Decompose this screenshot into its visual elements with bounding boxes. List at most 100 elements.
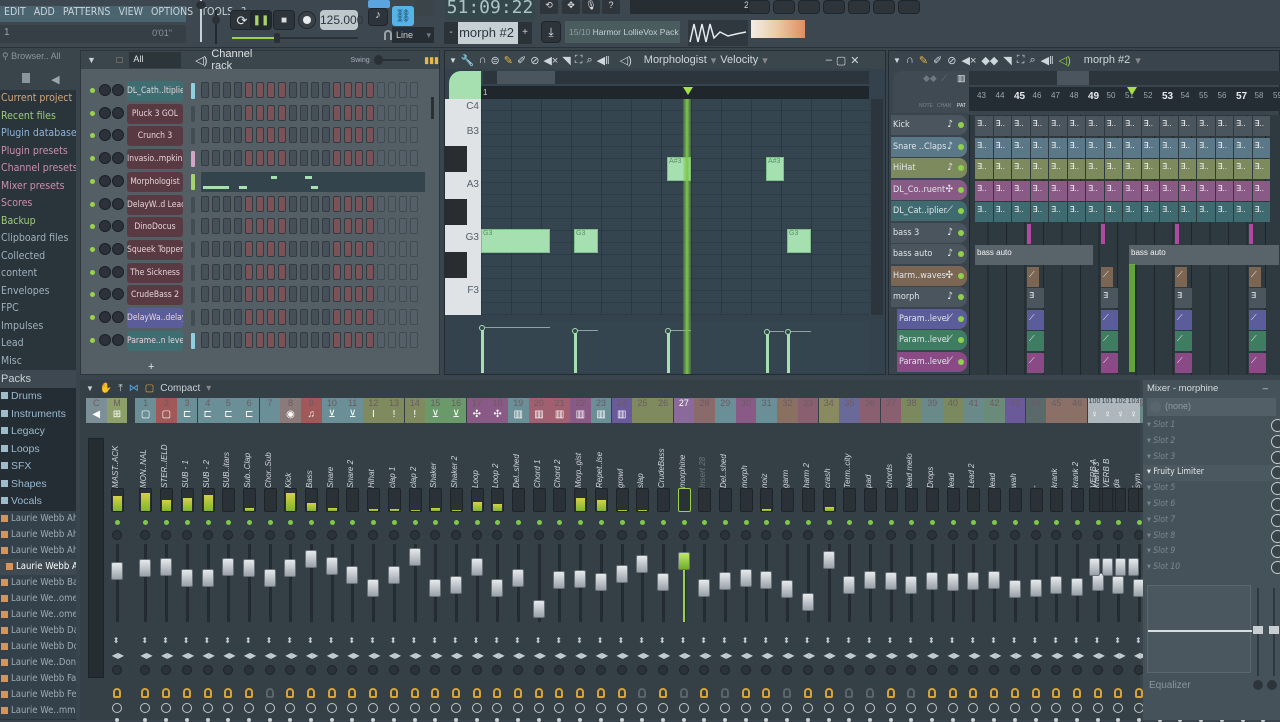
step-button[interactable]	[201, 286, 209, 302]
pan-knob[interactable]	[948, 530, 958, 540]
step-button[interactable]	[256, 241, 264, 257]
track-header[interactable]: bass auto♪	[891, 244, 967, 264]
playlist-clip[interactable]: ∃..	[1068, 159, 1086, 179]
stereo-knob[interactable]	[886, 665, 896, 675]
browser-item[interactable]: Channel presets	[0, 160, 76, 178]
channel-mute-led[interactable]	[90, 315, 95, 320]
route-dot[interactable]	[1075, 718, 1079, 722]
stereo-separation-icon[interactable]: ⬍	[804, 636, 811, 645]
playlist-clip[interactable]: ⟋	[1249, 267, 1261, 287]
send-strip[interactable]: 102♀-	[1114, 398, 1127, 720]
mute-icon[interactable]: ◀×	[543, 54, 558, 67]
step-button[interactable]	[223, 264, 231, 280]
step-button[interactable]	[344, 241, 352, 257]
automation-icon[interactable]: ⟋	[941, 73, 947, 84]
mixer-strip[interactable]: 30morph⬍◀▶	[736, 398, 757, 720]
fx-slot[interactable]: ▾ Slot 8	[1143, 529, 1280, 545]
note[interactable]: A#3	[766, 157, 784, 181]
browser-item[interactable]: Clipboard files	[0, 230, 76, 248]
volume-fader[interactable]	[926, 572, 938, 590]
step-button[interactable]	[377, 127, 385, 143]
step-button[interactable]	[267, 218, 275, 234]
record-arm-icon[interactable]	[761, 703, 771, 713]
volume-fader[interactable]	[1071, 578, 1083, 596]
send-switch-icon[interactable]	[1052, 688, 1060, 698]
record-arm-icon[interactable]	[886, 703, 896, 713]
swap-channels-icon[interactable]: ◀▶	[803, 651, 815, 660]
step-button[interactable]	[267, 241, 275, 257]
channel-mute-led[interactable]	[90, 270, 95, 275]
mix-level-knob[interactable]	[1271, 530, 1280, 543]
volume-fader[interactable]	[636, 555, 648, 573]
insert-enable-led[interactable]	[620, 520, 625, 525]
piano-icon[interactable]: ▥	[957, 73, 966, 84]
sample-item[interactable]: Laurie Webb Dance	[0, 623, 76, 639]
playlist-clip[interactable]: ∃..	[1234, 138, 1252, 158]
insert-name[interactable]: Kick	[284, 430, 296, 488]
control-target-select[interactable]: Velocity	[720, 54, 758, 66]
send-switch-icon[interactable]	[162, 688, 170, 698]
mix-level-knob[interactable]	[1271, 561, 1280, 574]
channel-volume-knob[interactable]	[112, 334, 124, 346]
plugin-picker-button[interactable]	[873, 0, 895, 14]
route-dot[interactable]	[309, 718, 313, 722]
record-arm-icon[interactable]	[327, 703, 337, 713]
step-button[interactable]	[322, 286, 330, 302]
step-button[interactable]	[399, 241, 407, 257]
browser-item[interactable]: Backup	[0, 213, 76, 231]
insert-enable-led[interactable]	[371, 520, 376, 525]
mixer-strip[interactable]: 16⊻Shaker 2⬍◀▶	[446, 398, 467, 720]
channel-volume-knob[interactable]	[112, 107, 124, 119]
mixer-strip[interactable]: 24▥growl⬍◀▶	[612, 398, 633, 720]
playlist-clip[interactable]: ⟋	[1175, 267, 1187, 287]
playlist-clip[interactable]	[1175, 224, 1179, 244]
insert-enable-led[interactable]	[309, 520, 314, 525]
playlist-clip[interactable]: ∃..	[1123, 116, 1141, 136]
insert-enable-led[interactable]	[143, 520, 148, 525]
channel-select-indicator[interactable]	[191, 197, 195, 213]
step-button[interactable]	[333, 241, 341, 257]
playlist-clip[interactable]: ∃..	[1160, 116, 1178, 136]
mixer-strip[interactable]: 6⊏Sub..Clap⬍◀▶	[239, 398, 260, 720]
stereo-knob[interactable]	[699, 665, 709, 675]
step-button[interactable]	[212, 218, 220, 234]
playlist-clip[interactable]: ⟋	[1101, 310, 1118, 330]
playlist-clip[interactable]: ∃..	[1086, 181, 1104, 201]
route-dot[interactable]	[268, 718, 272, 722]
insert-enable-led[interactable]	[206, 520, 211, 525]
playlist-clip[interactable]: ∃..	[1123, 159, 1141, 179]
stereo-separation-icon[interactable]: ⬍	[493, 636, 500, 645]
mixer-strip[interactable]: 21▥Chord 2⬍◀▶	[549, 398, 570, 720]
pan-knob[interactable]	[741, 530, 751, 540]
stereo-knob[interactable]	[1051, 665, 1061, 675]
step-button[interactable]	[267, 150, 275, 166]
insert-enable-led[interactable]	[744, 520, 749, 525]
route-dot[interactable]	[889, 718, 893, 722]
track-mute-led[interactable]	[958, 337, 964, 343]
step-button[interactable]	[245, 264, 253, 280]
mixer-strip[interactable]: 34crash⬍◀▶	[819, 398, 840, 720]
volume-fader[interactable]	[698, 579, 710, 597]
send-switch-icon[interactable]	[907, 688, 915, 698]
insert-enable-led[interactable]	[723, 520, 728, 525]
step-button[interactable]	[377, 196, 385, 212]
note[interactable]: G3	[787, 229, 811, 253]
menu-options[interactable]: OPTIONS	[151, 6, 193, 22]
mixer-strip[interactable]: 12IHihat⬍◀▶	[363, 398, 384, 720]
pan-knob[interactable]	[430, 530, 440, 540]
channel-pan-knob[interactable]	[99, 107, 111, 119]
insert-enable-led[interactable]	[992, 520, 997, 525]
step-button[interactable]	[344, 82, 352, 98]
insert-enable-led[interactable]	[433, 520, 438, 525]
stereo-knob[interactable]	[844, 665, 854, 675]
step-button[interactable]	[245, 286, 253, 302]
volume-fader[interactable]	[781, 580, 793, 598]
step-button[interactable]	[377, 241, 385, 257]
menu-edit[interactable]: EDIT	[4, 6, 26, 22]
insert-enable-led[interactable]	[889, 520, 894, 525]
pan-knob[interactable]	[927, 530, 937, 540]
tempo-display[interactable]: 125.000	[320, 10, 358, 30]
channel-mute-led[interactable]	[90, 111, 95, 116]
swap-channels-icon[interactable]: ◀▶	[637, 651, 649, 660]
volume-fader[interactable]	[139, 559, 151, 577]
